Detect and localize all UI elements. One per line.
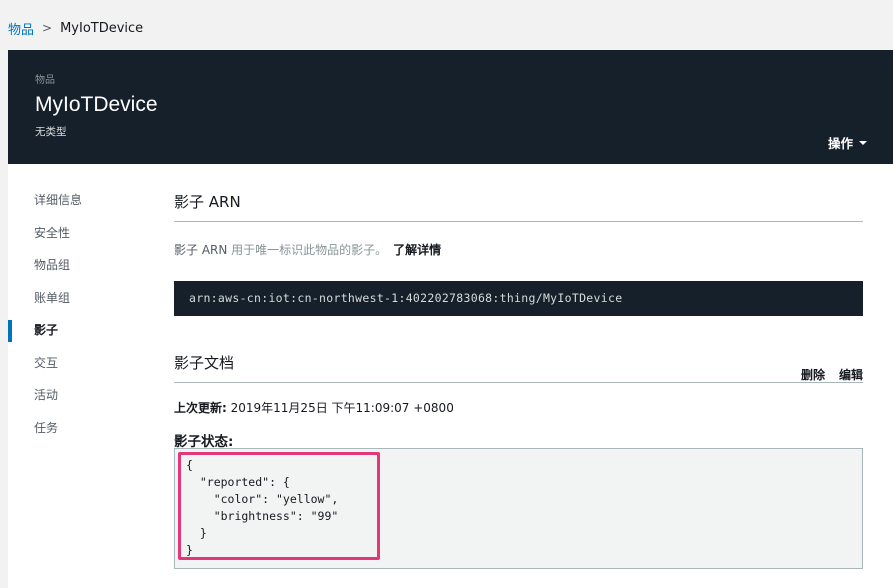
nav-item-label: 交互 bbox=[34, 355, 59, 370]
shadow-document-heading: 影子文档 bbox=[174, 354, 235, 372]
breadcrumb-link-things[interactable]: 物品 bbox=[8, 19, 34, 38]
shadow-state-box: { "reported": { "color": "yellow", "brig… bbox=[174, 448, 863, 569]
shadow-arn-description: 影子 ARN 用于唯一标识此物品的影子。 了解详情 bbox=[174, 241, 441, 258]
shadow-state-label: 影子状态: bbox=[174, 434, 234, 450]
caret-down-icon bbox=[859, 141, 867, 145]
shadow-arn-value: arn:aws-cn:iot:cn-northwest-1:4022027830… bbox=[174, 281, 863, 316]
delete-button[interactable]: 删除 bbox=[801, 366, 825, 383]
page-title: MyIoTDevice bbox=[35, 93, 158, 116]
side-nav: 详细信息 安全性 物品组 账单组 影子 交互 活动 任务 bbox=[8, 184, 158, 444]
nav-item-shadow[interactable]: 影子 bbox=[8, 314, 158, 347]
edit-button[interactable]: 编辑 bbox=[839, 366, 863, 383]
divider bbox=[174, 221, 863, 222]
nav-item-label: 任务 bbox=[34, 420, 59, 435]
content-panel: 详细信息 安全性 物品组 账单组 影子 交互 活动 任务 影子 ARN 影子 A… bbox=[8, 164, 893, 588]
divider bbox=[174, 382, 863, 383]
breadcrumb-current: MyIoTDevice bbox=[60, 20, 144, 36]
nav-item-label: 影子 bbox=[34, 323, 59, 337]
thing-type-label: 无类型 bbox=[35, 126, 67, 138]
header-eyebrow: 物品 bbox=[35, 75, 55, 86]
last-updated-value: 2019年11月25日 下午11:09:07 +0800 bbox=[226, 401, 454, 415]
chevron-right-icon: > bbox=[42, 21, 53, 35]
learn-more-link[interactable]: 了解详情 bbox=[393, 243, 441, 257]
description-arn-term: 影子 ARN bbox=[174, 243, 228, 257]
breadcrumb: 物品 > MyIoTDevice bbox=[8, 18, 143, 38]
shadow-state-json: { "reported": { "color": "yellow", "brig… bbox=[186, 458, 339, 557]
nav-item-jobs[interactable]: 任务 bbox=[8, 412, 158, 445]
nav-item-security[interactable]: 安全性 bbox=[8, 217, 158, 250]
nav-item-label: 账单组 bbox=[34, 290, 71, 305]
nav-item-interact[interactable]: 交互 bbox=[8, 347, 158, 380]
last-updated-label: 上次更新: bbox=[174, 401, 227, 415]
nav-item-thing-groups[interactable]: 物品组 bbox=[8, 249, 158, 282]
shadow-arn-heading: 影子 ARN bbox=[174, 193, 241, 211]
nav-item-activity[interactable]: 活动 bbox=[8, 379, 158, 412]
shadow-document-actions: 删除 编辑 bbox=[801, 366, 863, 383]
last-updated: 上次更新: 2019年11月25日 下午11:09:07 +0800 bbox=[174, 399, 454, 416]
nav-item-label: 活动 bbox=[34, 388, 59, 402]
nav-item-label: 详细信息 bbox=[34, 193, 83, 207]
page-header: 物品 MyIoTDevice 无类型 操作 bbox=[8, 50, 893, 164]
description-text: 用于唯一标识此物品的影子。 bbox=[227, 243, 388, 257]
actions-button[interactable]: 操作 bbox=[828, 133, 867, 152]
nav-item-label: 安全性 bbox=[34, 225, 71, 240]
actions-button-label: 操作 bbox=[827, 136, 853, 151]
nav-item-billing-groups[interactable]: 账单组 bbox=[8, 282, 158, 315]
nav-item-label: 物品组 bbox=[34, 258, 71, 272]
nav-item-details[interactable]: 详细信息 bbox=[8, 184, 158, 217]
